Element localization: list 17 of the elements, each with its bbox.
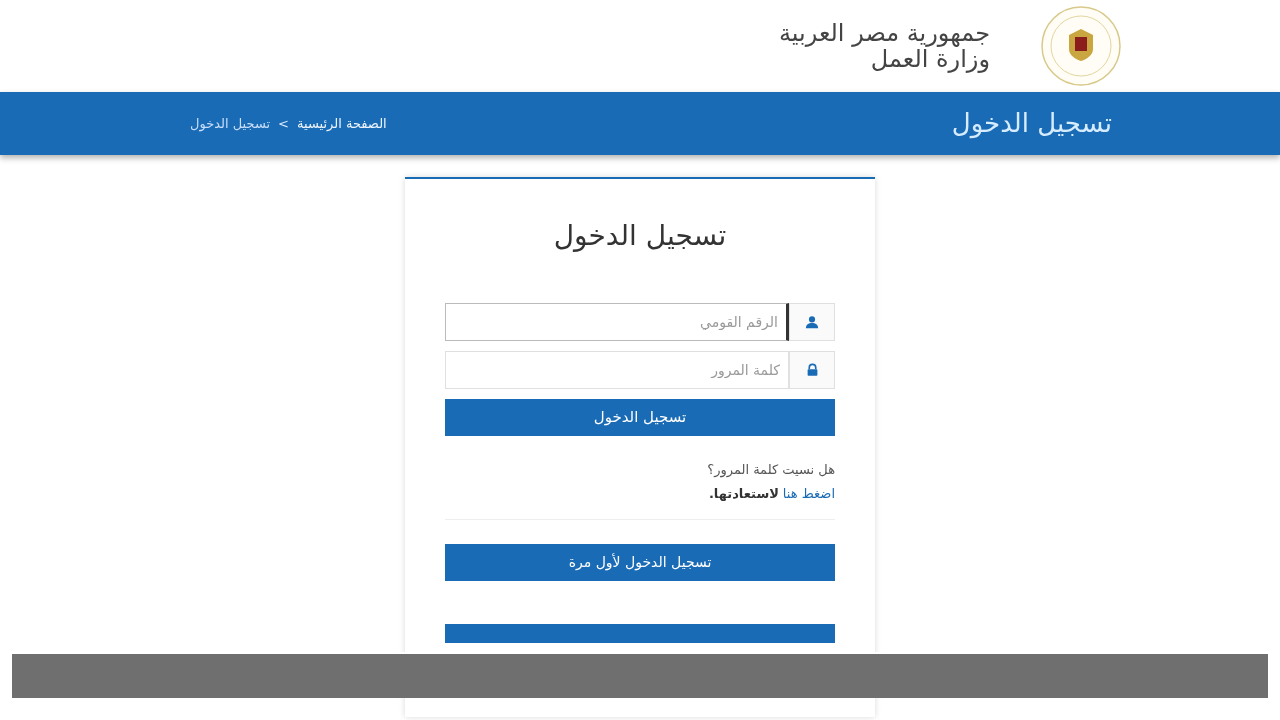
click-here-link[interactable]: اضغط هنا	[782, 483, 835, 503]
input-field[interactable]: كلمة المرور	[445, 351, 789, 389]
login-title: تسجيل الدخول	[553, 218, 727, 254]
login-button[interactable]: تسجيل الدخول	[445, 399, 835, 436]
forgot-password-question: هل نسيت كلمة المرور؟	[706, 461, 835, 480]
input-field[interactable]: الرقم القومي	[445, 303, 789, 341]
breadcrumb-link[interactable]: الصفحة الرئيسية	[297, 113, 387, 134]
banner-title: تسجيل الدخول	[951, 107, 1112, 141]
first-login-button[interactable]: تسجيل الدخول لأول مرة	[445, 544, 835, 581]
ministry-country-title: جمهورية مصر العربية	[778, 20, 990, 46]
breadcrumb-current: تسجيل الدخول	[190, 114, 271, 134]
breadcrumb-separator: >	[278, 114, 289, 133]
lock-icon	[805, 363, 819, 377]
covered-button[interactable]	[445, 624, 835, 643]
user-icon	[805, 315, 819, 329]
recover-text: لاستعادتها.	[708, 484, 779, 503]
ministry-name-title: وزارة العمل	[870, 46, 990, 72]
